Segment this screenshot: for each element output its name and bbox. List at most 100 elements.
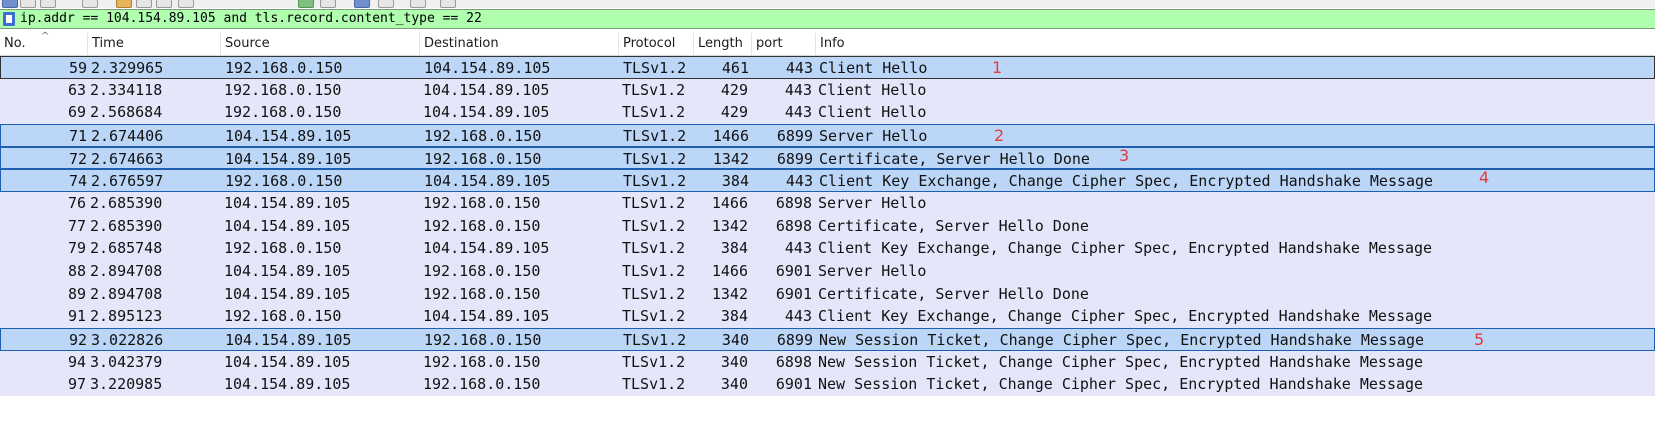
packet-time: 2.894708 — [90, 284, 163, 303]
packet-list: 59 2.329965 192.168.0.150 104.154.89.105 TLS… — [0, 56, 1655, 396]
column-header-time[interactable]: Time — [88, 33, 221, 55]
toolbar-icon-9[interactable] — [298, 0, 314, 8]
packet-protocol: TLSv1.2 — [623, 59, 687, 77]
packet-source: 192.168.0.150 — [224, 103, 342, 122]
toolbar-icon-12[interactable] — [378, 0, 394, 8]
annotation-label: 1 — [992, 58, 1003, 77]
packet-source: 104.154.89.105 — [224, 375, 351, 394]
column-header-destination[interactable]: Destination — [420, 33, 619, 55]
toolbar-icon-8[interactable] — [178, 0, 194, 8]
toolbar-icon-4[interactable] — [82, 0, 98, 8]
column-port-label: port — [756, 36, 783, 51]
packet-protocol: TLSv1.2 — [622, 307, 686, 326]
packet-length: 1342 — [711, 284, 748, 303]
bookmark-icon[interactable] — [3, 12, 15, 26]
packet-source: 104.154.89.105 — [224, 284, 351, 303]
packet-time: 2.334118 — [90, 80, 163, 99]
packet-info: Client Hello — [818, 80, 927, 99]
packet-list-empty-area — [0, 396, 1655, 435]
column-length-label: Length — [698, 36, 743, 51]
packet-protocol: TLSv1.2 — [622, 352, 686, 371]
column-header-source[interactable]: Source — [221, 33, 420, 55]
packet-port: 443 — [784, 307, 812, 326]
packet-length: 340 — [720, 352, 748, 371]
table-row[interactable]: 89 2.894708 104.154.89.105 192.168.0.150 TLS… — [0, 282, 1655, 306]
annotation-label: 2 — [994, 125, 1005, 145]
packet-source: 104.154.89.105 — [224, 261, 351, 280]
toolbar-icon-5[interactable] — [116, 0, 132, 8]
packet-number: 69 — [67, 103, 86, 122]
packet-source: 192.168.0.150 — [224, 239, 342, 258]
packet-time: 2.674663 — [91, 149, 164, 168]
toolbar-icon-1[interactable] — [2, 0, 18, 8]
packet-info: New Session Ticket, Change Cipher Spec, … — [818, 352, 1424, 371]
packet-protocol: TLSv1.2 — [622, 375, 686, 394]
packet-port: 6899 — [776, 330, 813, 349]
packet-length: 461 — [721, 59, 749, 77]
column-header-info[interactable]: Info — [816, 33, 1655, 55]
packet-port: 6898 — [775, 193, 812, 212]
packet-destination: 192.168.0.150 — [423, 261, 541, 280]
main-toolbar — [0, 0, 1655, 8]
packet-info: Client Hello — [818, 103, 927, 122]
packet-time: 2.676597 — [91, 172, 164, 191]
packet-time: 2.674406 — [91, 126, 164, 145]
table-row[interactable]: 79 2.685748 192.168.0.150 104.154.89.105 TLS… — [0, 237, 1655, 260]
table-row[interactable]: 63 2.334118 192.168.0.150 104.154.89.105 TLS… — [0, 78, 1655, 102]
column-header-no[interactable]: No. ^ — [0, 31, 88, 55]
column-source-label: Source — [225, 36, 270, 51]
toolbar-icon-6[interactable] — [136, 0, 152, 8]
toolbar-icon-10[interactable] — [320, 0, 336, 8]
packet-destination: 104.154.89.105 — [423, 307, 550, 326]
table-row[interactable]: 74 2.676597 192.168.0.150 104.154.89.105 TLS… — [0, 168, 1655, 192]
packet-destination: 192.168.0.150 — [424, 330, 542, 349]
column-no-label: No. — [4, 36, 26, 51]
table-row[interactable]: 91 2.895123 192.168.0.150 104.154.89.105 TLS… — [0, 305, 1655, 328]
packet-number: 74 — [68, 172, 87, 191]
table-row[interactable]: 97 3.220985 104.154.89.105 192.168.0.150 TLS… — [0, 373, 1655, 396]
table-row[interactable]: 69 2.568684 192.168.0.150 104.154.89.105 TLS… — [0, 101, 1655, 124]
table-row[interactable]: 76 2.685390 104.154.89.105 192.168.0.150 TLS… — [0, 191, 1655, 215]
packet-length: 429 — [720, 80, 748, 99]
table-row[interactable]: 88 2.894708 104.154.89.105 192.168.0.150 TLS… — [0, 259, 1655, 283]
packet-length: 384 — [720, 239, 748, 258]
packet-destination: 192.168.0.150 — [423, 216, 541, 235]
packet-source: 192.168.0.150 — [225, 59, 343, 77]
table-row[interactable]: 59 2.329965 192.168.0.150 104.154.89.105 TLS… — [0, 56, 1655, 79]
display-filter-input[interactable]: ip.addr == 104.154.89.105 and tls.record… — [20, 11, 482, 27]
display-filter-bar[interactable]: ip.addr == 104.154.89.105 and tls.record… — [0, 9, 1655, 29]
packet-list-header: No. ^ Time Source Destination Protocol L… — [0, 31, 1655, 56]
toolbar-icon-13[interactable] — [410, 0, 426, 8]
packet-protocol: TLSv1.2 — [622, 80, 686, 99]
packet-source: 192.168.0.150 — [225, 172, 343, 191]
table-row[interactable]: 92 3.022826 104.154.89.105 192.168.0.150 TLS… — [0, 327, 1655, 351]
packet-destination: 104.154.89.105 — [423, 80, 550, 99]
packet-protocol: TLSv1.2 — [622, 103, 686, 122]
packet-source: 192.168.0.150 — [224, 80, 342, 99]
toolbar-icon-2[interactable] — [20, 0, 36, 8]
packet-info: Certificate, Server Hello Done — [818, 216, 1089, 235]
column-header-protocol[interactable]: Protocol — [619, 33, 694, 55]
packet-port: 6901 — [775, 261, 812, 280]
column-header-length[interactable]: Length — [694, 33, 752, 55]
toolbar-icon-7[interactable] — [156, 0, 172, 8]
packet-port: 6898 — [775, 216, 812, 235]
packet-number: 71 — [68, 126, 87, 145]
packet-port: 443 — [784, 103, 812, 122]
packet-length: 1342 — [711, 216, 748, 235]
packet-protocol: TLSv1.2 — [622, 239, 686, 258]
table-row[interactable]: 77 2.685390 104.154.89.105 192.168.0.150 TLS… — [0, 214, 1655, 238]
packet-port: 443 — [784, 239, 812, 258]
toolbar-icon-3[interactable] — [40, 0, 56, 8]
packet-source: 104.154.89.105 — [225, 330, 352, 349]
packet-info: Client Key Exchange, Change Cipher Spec,… — [819, 172, 1434, 191]
packet-time: 2.685390 — [90, 216, 163, 235]
toolbar-icon-11[interactable] — [354, 0, 370, 8]
table-row[interactable]: 71 2.674406 104.154.89.105 192.168.0.150 TLS… — [0, 123, 1655, 147]
packet-destination: 104.154.89.105 — [423, 103, 550, 122]
table-row[interactable]: 72 2.674663 104.154.89.105 192.168.0.150 TLS… — [0, 146, 1655, 170]
packet-length: 384 — [721, 172, 749, 191]
toolbar-icon-14[interactable] — [440, 0, 456, 8]
column-header-port[interactable]: port — [752, 33, 816, 55]
table-row[interactable]: 94 3.042379 104.154.89.105 192.168.0.150 TLS… — [0, 350, 1655, 374]
